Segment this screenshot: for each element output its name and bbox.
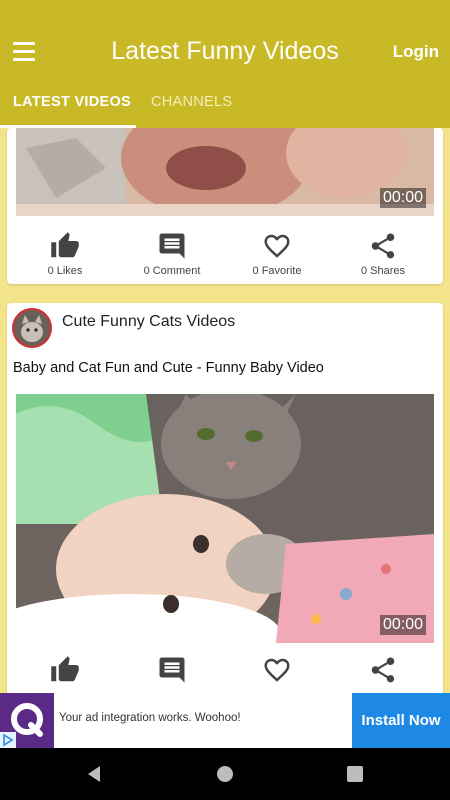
share-icon bbox=[371, 657, 395, 683]
tab-bar: LATEST VIDEOS CHANNELS bbox=[0, 88, 450, 128]
share-button[interactable]: 0 Shares bbox=[333, 231, 433, 277]
recents-icon[interactable] bbox=[345, 764, 365, 784]
video-title[interactable]: Baby and Cat Fun and Cute - Funny Baby V… bbox=[13, 360, 324, 376]
thumbs-up-icon bbox=[51, 232, 79, 258]
app-title: Latest Funny Videos bbox=[111, 37, 339, 65]
favorites-count: 0 Favorite bbox=[252, 265, 302, 277]
video-card: 00:00 0 Likes 0 Comment 0 Favorite 0 Sha… bbox=[7, 128, 443, 284]
video-thumbnail[interactable]: 00:00 bbox=[16, 394, 434, 643]
channel-avatar[interactable] bbox=[12, 308, 52, 348]
baby-thumbnail-image bbox=[16, 128, 434, 216]
heart-outline-icon bbox=[264, 658, 290, 682]
system-navigation-bar bbox=[0, 748, 450, 800]
shares-count: 0 Shares bbox=[360, 265, 406, 277]
video-actions: 0 Likes 0 Comment 0 Favorite 0 Shares bbox=[7, 231, 443, 284]
video-duration: 00:00 bbox=[379, 615, 426, 635]
like-button[interactable]: 0 Likes bbox=[15, 231, 115, 277]
ad-choices-icon[interactable] bbox=[0, 732, 16, 748]
video-duration: 00:00 bbox=[379, 188, 426, 208]
share-button[interactable] bbox=[333, 655, 433, 685]
comment-button[interactable]: 0 Comment bbox=[122, 231, 222, 277]
share-icon bbox=[371, 233, 395, 259]
favorite-button[interactable]: 0 Favorite bbox=[227, 231, 327, 277]
ad-banner[interactable]: Your ad integration works. Woohoo! Insta… bbox=[0, 693, 450, 748]
install-now-button[interactable]: Install Now bbox=[352, 693, 450, 748]
thumbs-up-icon bbox=[51, 656, 79, 682]
heart-outline-icon bbox=[264, 234, 290, 258]
comments-count: 0 Comment bbox=[143, 265, 201, 277]
tab-latest-videos[interactable]: LATEST VIDEOS bbox=[13, 94, 131, 110]
comment-icon bbox=[159, 657, 185, 683]
favorite-button[interactable] bbox=[227, 655, 327, 685]
tab-channels[interactable]: CHANNELS bbox=[151, 94, 232, 110]
login-button[interactable]: Login bbox=[393, 42, 439, 62]
baby-cat-thumbnail-image bbox=[16, 394, 434, 643]
likes-count: 0 Likes bbox=[47, 265, 83, 277]
cat-avatar-image bbox=[14, 310, 50, 346]
channel-name[interactable]: Cute Funny Cats Videos bbox=[62, 313, 235, 331]
home-icon[interactable] bbox=[215, 764, 235, 784]
comment-icon bbox=[159, 233, 185, 259]
back-icon[interactable] bbox=[84, 764, 104, 784]
video-card: Cute Funny Cats Videos Baby and Cat Fun … bbox=[7, 303, 443, 703]
ad-text: Your ad integration works. Woohoo! bbox=[59, 712, 241, 724]
video-thumbnail[interactable]: 00:00 bbox=[16, 128, 434, 216]
app-bar: Latest Funny Videos Login LATEST VIDEOS … bbox=[0, 0, 450, 128]
like-button[interactable] bbox=[15, 655, 115, 685]
comment-button[interactable] bbox=[122, 655, 222, 685]
